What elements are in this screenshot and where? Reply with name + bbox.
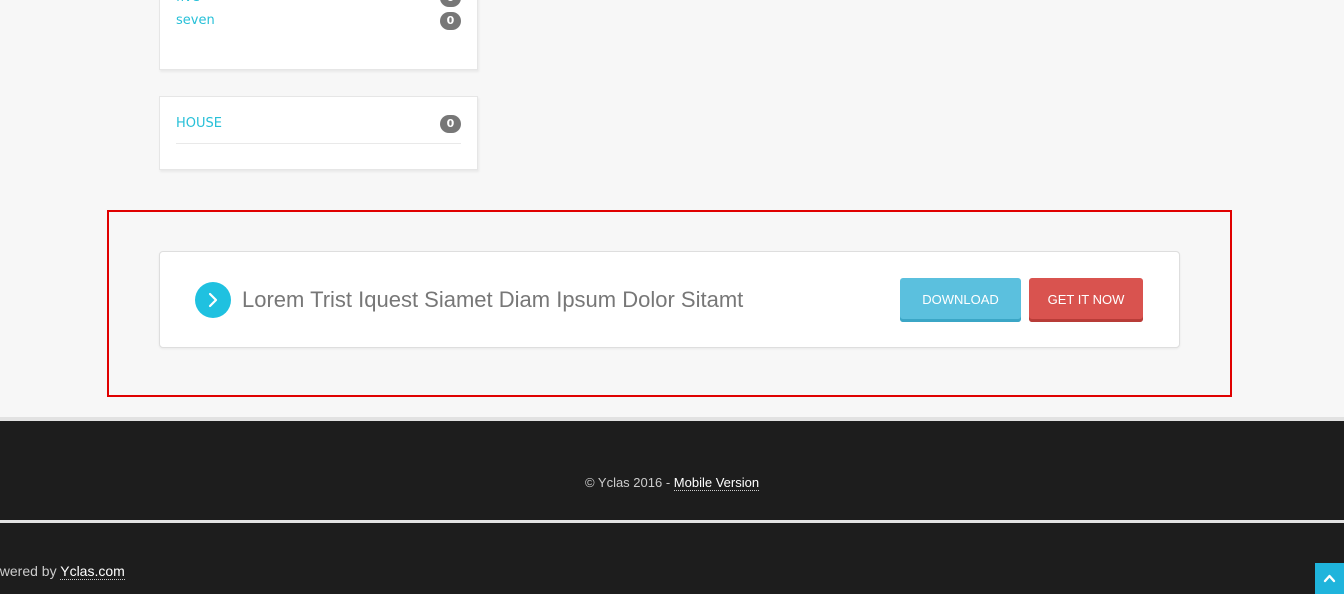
footer-copyright: © Yclas 2016 - Mobile Version [0,475,1344,491]
mobile-version-link[interactable]: Mobile Version [673,475,760,491]
category-link[interactable]: five [176,0,200,8]
copyright-text: © Yclas 2016 - [584,475,674,490]
divider [176,143,461,144]
category-panel-house: HOUSE 0 [159,96,478,170]
call-to-action-box: Lorem Trist Iquest Siamet Diam Ipsum Dol… [159,251,1180,348]
category-panel: five 0 seven 0 [159,0,478,70]
bottom-bar: owered by Yclas.com [0,523,1344,594]
powered-by-text: owered by [0,563,57,579]
footer: © Yclas 2016 - Mobile Version [0,421,1344,522]
category-link[interactable]: seven [176,11,215,31]
cta-headline: Lorem Trist Iquest Siamet Diam Ipsum Dol… [242,287,744,312]
yclas-link[interactable]: Yclas.com [60,563,125,580]
category-item-seven: seven 0 [176,11,461,31]
category-item-house: HOUSE 0 [176,114,461,134]
back-to-top-button[interactable] [1315,563,1344,594]
category-count-badge: 0 [440,115,461,133]
chevron-right-icon [195,282,231,318]
download-button[interactable]: DOWNLOAD [900,278,1021,322]
category-item-five: five 0 [176,0,461,8]
chevron-up-icon [1323,574,1336,583]
category-link[interactable]: HOUSE [176,114,222,134]
get-it-now-button[interactable]: GET IT NOW [1029,278,1143,322]
category-count-badge: 0 [440,12,461,30]
powered-by: owered by Yclas.com [0,563,125,580]
category-count-badge: 0 [440,0,461,7]
